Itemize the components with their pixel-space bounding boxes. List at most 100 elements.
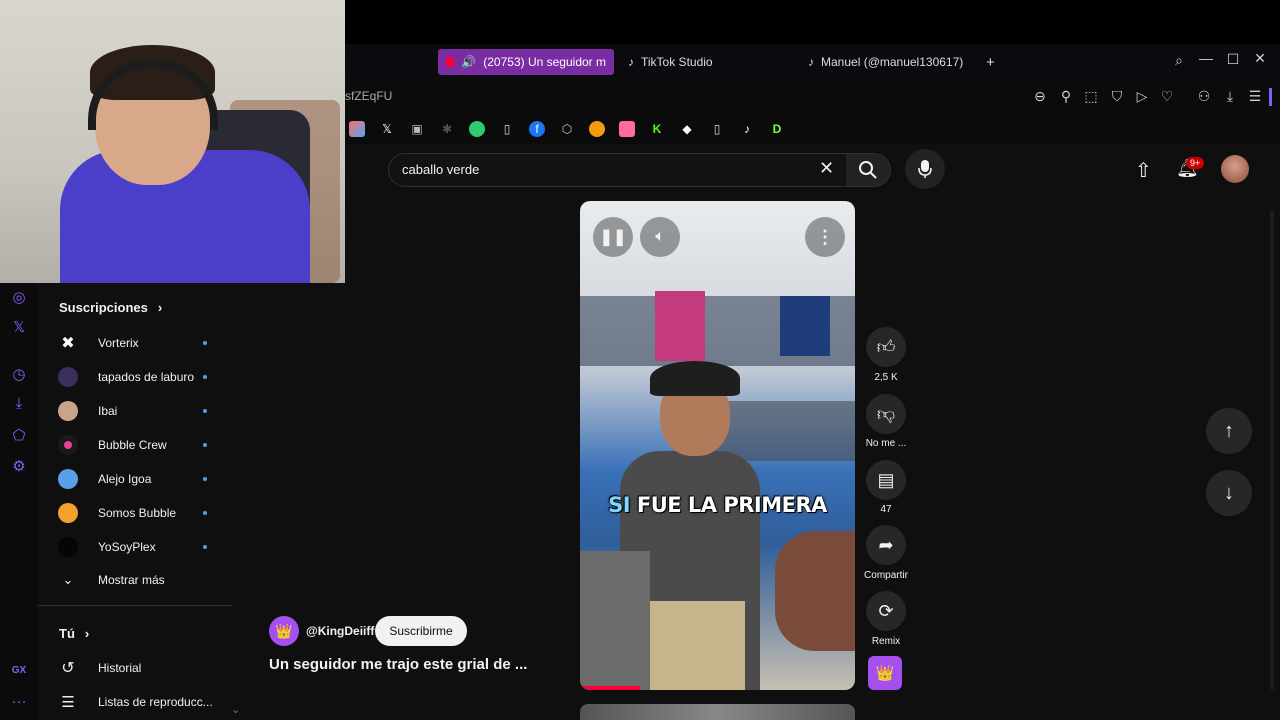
search-box[interactable]: caballo verde ✕ bbox=[388, 153, 848, 187]
progress-bar[interactable] bbox=[580, 686, 640, 690]
avatar bbox=[58, 503, 78, 523]
new-content-dot bbox=[203, 341, 207, 345]
tiktok-icon: ♪ bbox=[628, 55, 634, 69]
search-input[interactable]: caballo verde bbox=[402, 162, 479, 177]
sidebar-item-playlists[interactable]: ☰ Listas de reproducc... bbox=[58, 685, 228, 719]
tab-label: (20753) Un seguidor m bbox=[483, 55, 606, 69]
pin-icon[interactable]: ⚲ bbox=[1057, 88, 1075, 105]
subscribe-button[interactable]: Suscribirme bbox=[375, 616, 467, 646]
tab-youtube[interactable]: 🔊 (20753) Un seguidor m bbox=[438, 49, 614, 75]
profile-icon[interactable]: ⚇ bbox=[1195, 88, 1213, 105]
like-button[interactable]: 👍︎ bbox=[866, 327, 906, 367]
more-options-button[interactable]: ⋮ bbox=[805, 217, 845, 257]
page-icon[interactable]: ▯ bbox=[709, 121, 725, 137]
playlists-label: Listas de reproducc... bbox=[98, 695, 213, 709]
caption-highlight: SI bbox=[608, 493, 631, 517]
x-icon[interactable]: 𝕏 bbox=[379, 121, 395, 137]
download-icon[interactable]: ⤓ bbox=[1221, 88, 1239, 105]
new-content-dot bbox=[203, 545, 207, 549]
tab-tiktok-studio[interactable]: ♪ TikTok Studio bbox=[620, 49, 786, 75]
history-icon[interactable]: ◷ bbox=[10, 365, 28, 383]
volume-button[interactable]: 🔈︎ bbox=[640, 217, 680, 257]
sidebar-item-ibai[interactable]: Ibai bbox=[58, 394, 228, 428]
instagram-icon[interactable]: ◎ bbox=[10, 288, 28, 306]
maximize-icon[interactable]: ☐ bbox=[1224, 51, 1242, 68]
channel-handle[interactable]: @KingDeiiff bbox=[306, 624, 374, 638]
kick-icon[interactable]: K bbox=[649, 121, 665, 137]
d-icon[interactable]: D bbox=[769, 121, 785, 137]
send-icon[interactable]: ▷ bbox=[1133, 88, 1151, 105]
facebook-icon[interactable]: f bbox=[529, 121, 545, 137]
search-icon[interactable]: ⌕ bbox=[1170, 52, 1188, 69]
close-icon[interactable]: ✕ bbox=[1251, 50, 1269, 67]
pause-button[interactable]: ❚❚ bbox=[593, 217, 633, 257]
minimize-icon[interactable]: — bbox=[1197, 50, 1215, 66]
download-icon[interactable]: ⤓ bbox=[10, 395, 28, 413]
channel-name: tapados de laburo bbox=[98, 370, 195, 384]
x-icon[interactable]: 𝕏 bbox=[10, 318, 28, 336]
show-more-button[interactable]: ⌄ Mostrar más bbox=[58, 563, 228, 597]
tab-label: TikTok Studio bbox=[641, 55, 713, 69]
tiktok-icon[interactable]: ♪ bbox=[739, 121, 755, 137]
contact-icon[interactable]: ▣ bbox=[409, 121, 425, 137]
webcam-overlay bbox=[0, 0, 345, 283]
extensions-icon[interactable]: ⬠ bbox=[10, 426, 28, 444]
bookmark-icon[interactable]: ✱ bbox=[439, 121, 455, 137]
remix-button[interactable]: ⟳ bbox=[866, 591, 906, 631]
orange-icon[interactable] bbox=[589, 121, 605, 137]
you-header[interactable]: Tú › bbox=[59, 626, 89, 641]
more-icon[interactable]: ··· bbox=[10, 693, 28, 711]
short-title[interactable]: Un seguidor me trajo este grial de ... bbox=[269, 656, 527, 673]
avatar[interactable] bbox=[1221, 155, 1249, 183]
avatar bbox=[58, 469, 78, 489]
scrollbar[interactable] bbox=[1270, 210, 1274, 690]
search-button[interactable] bbox=[846, 153, 891, 187]
previous-short-button[interactable]: ↑ bbox=[1206, 408, 1252, 454]
sidebar-item-alejo-igoa[interactable]: Alejo Igoa bbox=[58, 462, 228, 496]
sound-thumbnail[interactable]: 👑 bbox=[868, 656, 902, 690]
next-short-button[interactable]: ↓ bbox=[1206, 470, 1252, 516]
share-button[interactable]: ➦ bbox=[866, 525, 906, 565]
new-content-dot bbox=[203, 443, 207, 447]
microphone-icon bbox=[918, 160, 932, 178]
dislike-button[interactable]: 👎︎ bbox=[866, 394, 906, 434]
sidebar-item-history[interactable]: ↺ Historial bbox=[58, 651, 228, 685]
page-icon[interactable]: ▯ bbox=[499, 121, 515, 137]
dice-icon[interactable]: ◆ bbox=[679, 121, 695, 137]
new-tab-button[interactable]: + bbox=[978, 49, 1014, 75]
url-text[interactable]: sfZEqFU bbox=[345, 89, 392, 103]
upload-icon[interactable]: ⇧ bbox=[1135, 158, 1152, 183]
voice-search-button[interactable] bbox=[905, 149, 945, 189]
sidebar-item-yosoyplex[interactable]: YoSoyPlex bbox=[58, 530, 228, 564]
remix-label: Remix bbox=[871, 636, 901, 647]
sidebar-item-vorterix[interactable]: ✖ Vorterix bbox=[58, 326, 228, 360]
arrow-up-icon: ↑ bbox=[1224, 419, 1234, 442]
snapshot-icon[interactable]: ⬚ bbox=[1082, 88, 1100, 105]
sidebar-item-bubble-crew[interactable]: Bubble Crew bbox=[58, 428, 228, 462]
channel-avatar[interactable]: 👑 bbox=[269, 616, 299, 646]
sidebar-item-tapados[interactable]: tapados de laburo bbox=[58, 360, 228, 394]
clear-search-icon[interactable]: ✕ bbox=[819, 158, 834, 179]
heart-icon[interactable]: ♡ bbox=[1158, 88, 1176, 105]
shield-icon[interactable]: ⛉ bbox=[1108, 88, 1126, 105]
photo-icon[interactable] bbox=[619, 121, 635, 137]
tab-label: Manuel (@manuel130617) bbox=[821, 55, 964, 69]
browser-tab-bar: 🔊 (20753) Un seguidor m ♪ TikTok Studio … bbox=[345, 44, 1280, 79]
copilot-icon[interactable] bbox=[349, 121, 365, 137]
channel-name: YoSoyPlex bbox=[98, 540, 156, 554]
comments-button[interactable]: ▤ bbox=[866, 460, 906, 500]
address-bar[interactable]: sfZEqFU ⊖ ⚲ ⬚ ⛉ ▷ ♡ ⚇ ⤓ ☰ bbox=[345, 78, 1280, 114]
zoom-icon[interactable]: ⊖ bbox=[1031, 88, 1049, 105]
tab-tiktok-profile[interactable]: ♪ Manuel (@manuel130617) bbox=[800, 49, 986, 75]
speaker-icon: 🔊 bbox=[461, 55, 477, 69]
short-video-player[interactable]: SI FUE LA PRIMERA ❚❚ 🔈︎ ⋮ bbox=[580, 201, 855, 690]
next-short-preview[interactable] bbox=[580, 704, 855, 720]
sidebar-item-somos-bubble[interactable]: Somos Bubble bbox=[58, 496, 228, 530]
menu-icon[interactable]: ☰ bbox=[1246, 88, 1264, 105]
search-icon bbox=[859, 161, 877, 179]
scroll-down-icon[interactable]: ⌄ bbox=[231, 703, 240, 716]
subscriptions-header[interactable]: Suscripciones › bbox=[59, 300, 162, 315]
chrome-icon[interactable] bbox=[469, 121, 485, 137]
settings-icon[interactable]: ⚙ bbox=[10, 457, 28, 475]
cube-icon[interactable]: ⬡ bbox=[559, 121, 575, 137]
